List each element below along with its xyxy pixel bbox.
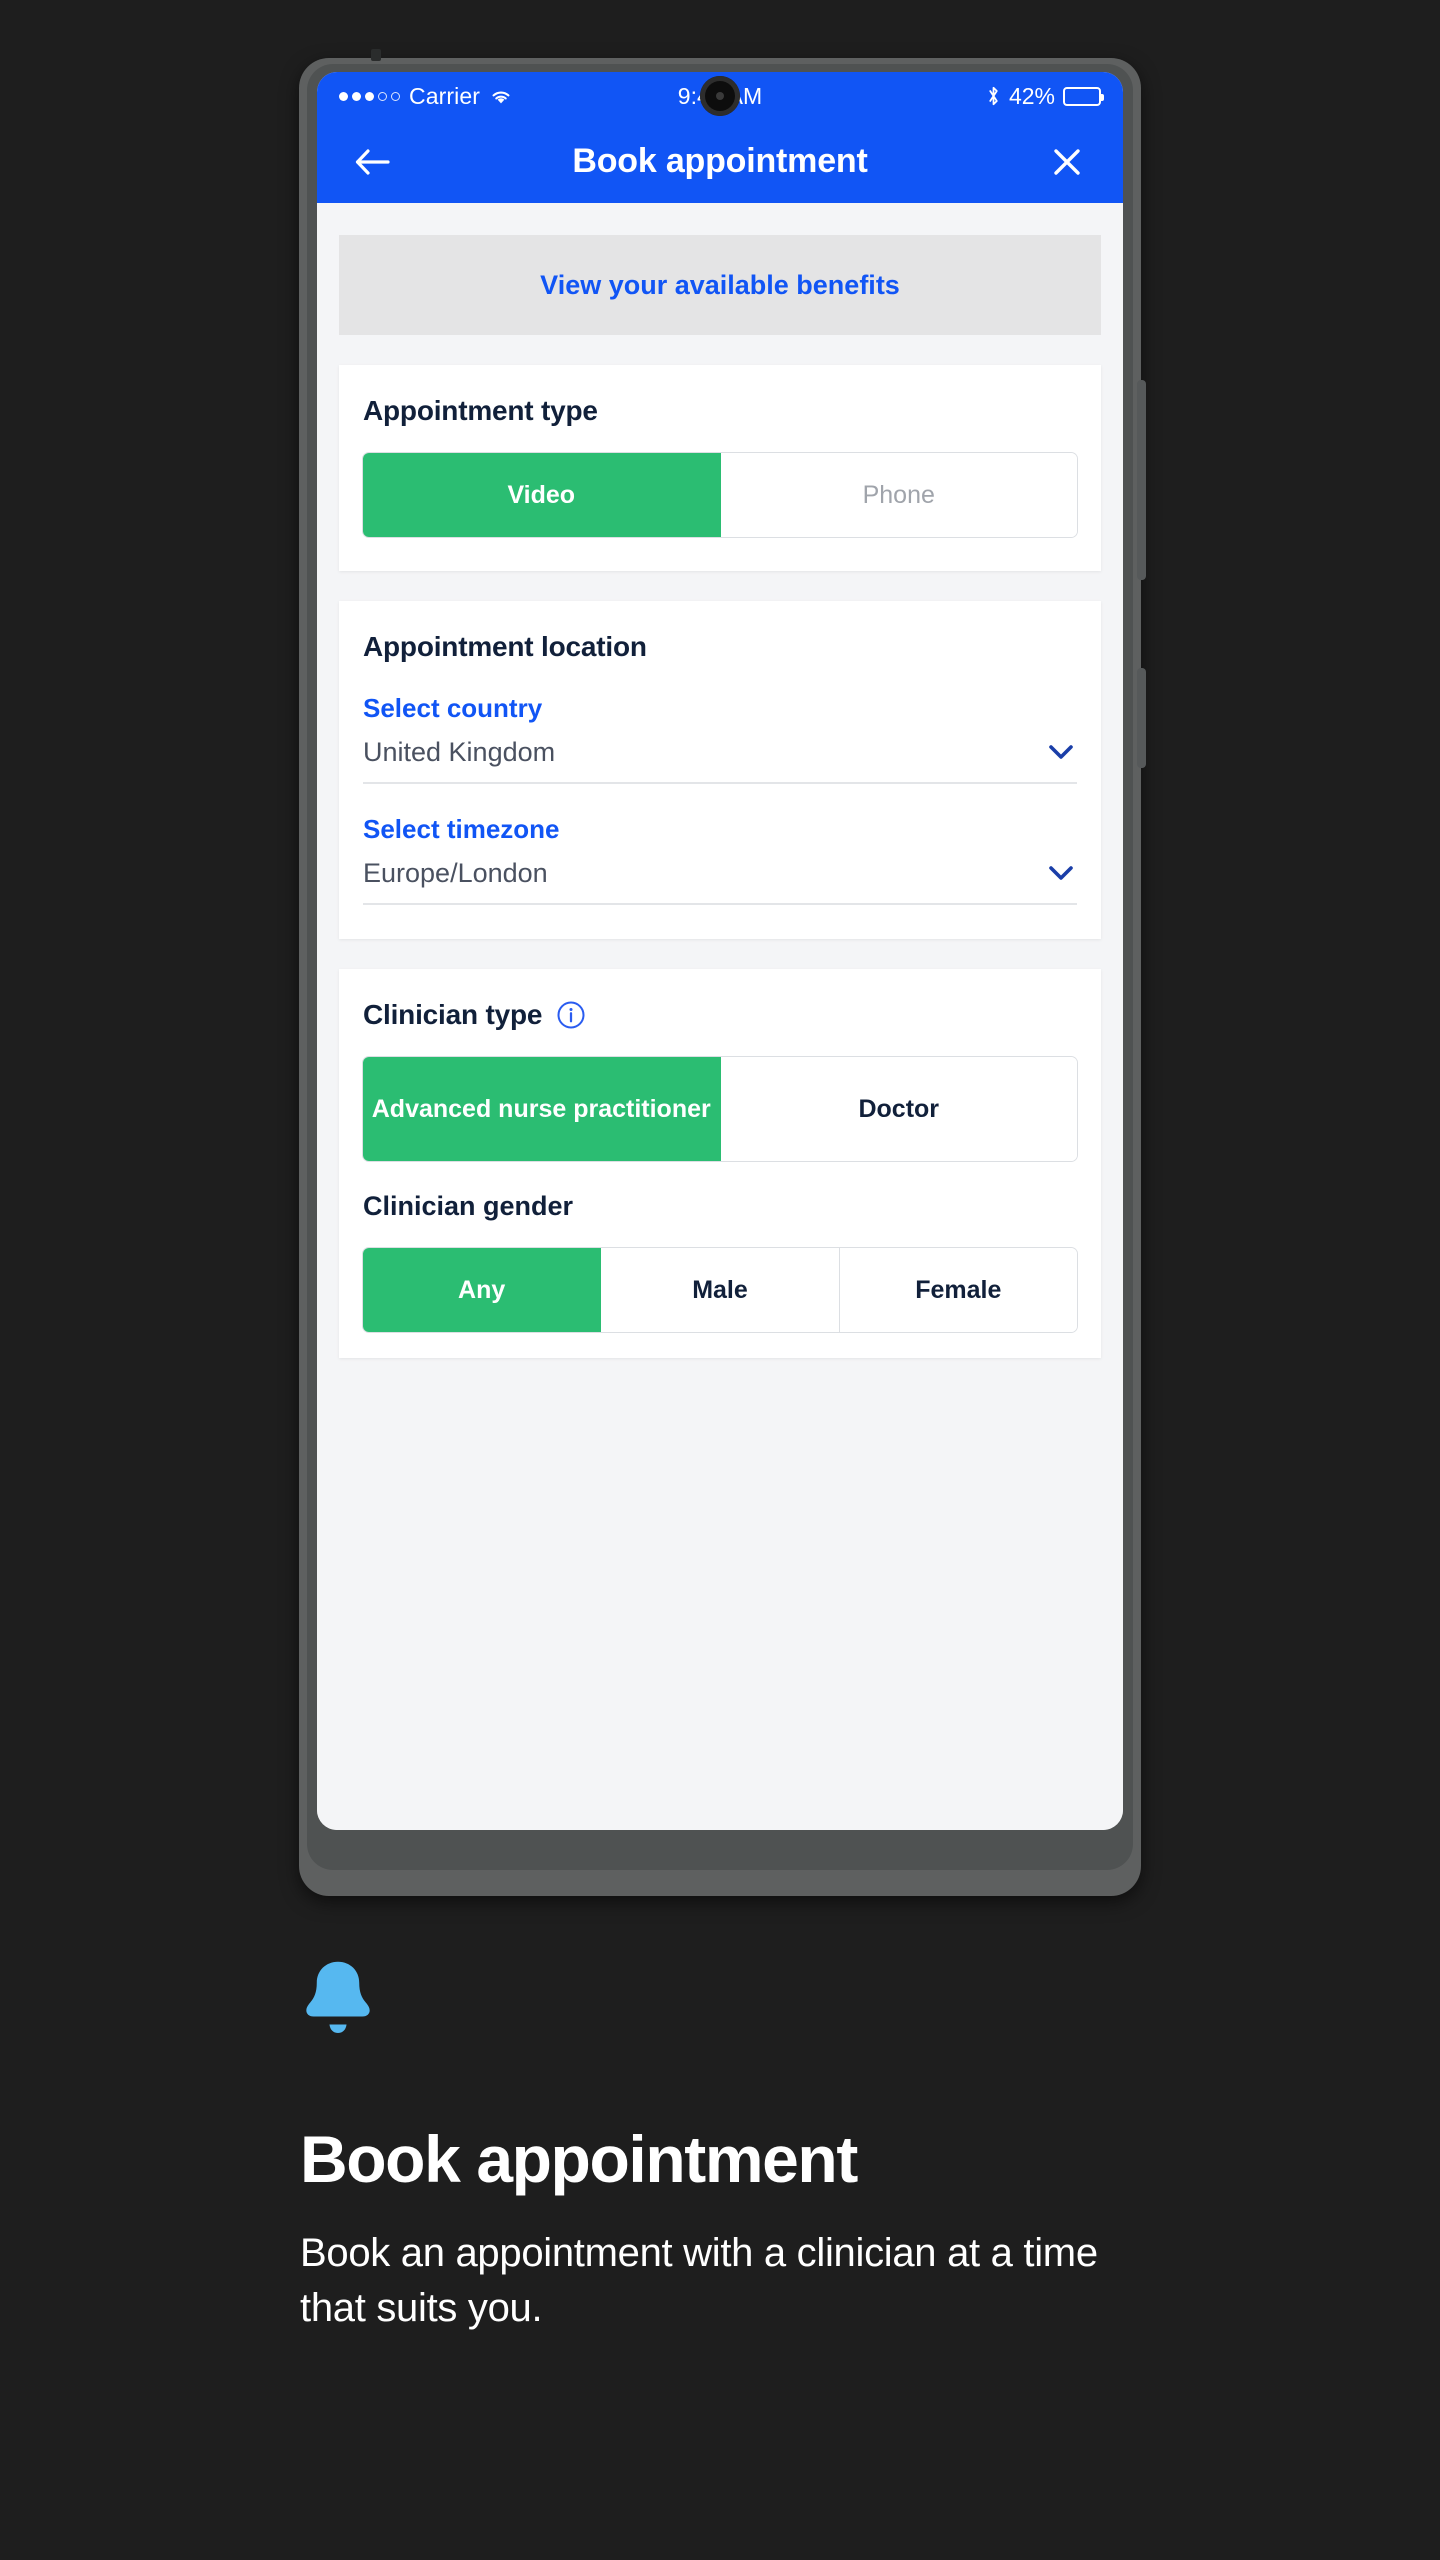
page-title: Book appointment bbox=[572, 142, 868, 180]
appointment-type-card: Appointment type Video Phone bbox=[339, 365, 1101, 571]
clinician-type-segmented-control[interactable]: Advanced nurse practitioner Doctor bbox=[363, 1057, 1077, 1161]
device-antenna-nub bbox=[371, 49, 381, 61]
carrier-label: Carrier bbox=[409, 82, 480, 109]
chevron-down-icon bbox=[1045, 857, 1077, 889]
appointment-location-title: Appointment location bbox=[363, 631, 647, 662]
front-camera-punch-hole bbox=[700, 76, 740, 116]
view-benefits-banner[interactable]: View your available benefits bbox=[339, 235, 1101, 335]
wifi-icon bbox=[489, 87, 513, 105]
signal-strength-icon bbox=[339, 91, 400, 101]
appointment-location-card: Appointment location Select country Unit… bbox=[339, 601, 1101, 939]
clinician-gender-option-female[interactable]: Female bbox=[839, 1248, 1077, 1332]
caption-block: Book appointment Book an appointment wit… bbox=[300, 1955, 1140, 2337]
caption-title: Book appointment bbox=[300, 2122, 858, 2196]
close-button[interactable] bbox=[1041, 136, 1093, 188]
timezone-field-label: Select timezone bbox=[363, 814, 560, 844]
clinician-gender-option-any[interactable]: Any bbox=[363, 1248, 602, 1332]
device-volume-button[interactable] bbox=[1137, 380, 1146, 580]
clinician-gender-segmented-control[interactable]: Any Male Female bbox=[363, 1248, 1077, 1332]
clinician-gender-option-male[interactable]: Male bbox=[601, 1248, 840, 1332]
caption-body: Book an appointment with a clinician at … bbox=[300, 2231, 1098, 2331]
battery-icon bbox=[1063, 86, 1104, 106]
back-button[interactable] bbox=[347, 136, 399, 188]
device-shell: Carrier 9:41 AM bbox=[299, 49, 1146, 1896]
clinician-card: Clinician type Advanced nurse practition… bbox=[339, 969, 1101, 1358]
timezone-field: Select timezone Europe/London bbox=[363, 814, 1077, 905]
appointment-type-title: Appointment type bbox=[363, 395, 598, 426]
bluetooth-icon bbox=[986, 85, 1001, 107]
battery-percent-label: 42% bbox=[1008, 82, 1055, 109]
clinician-type-option-doctor[interactable]: Doctor bbox=[720, 1057, 1077, 1161]
appointment-type-segmented-control[interactable]: Video Phone bbox=[363, 453, 1077, 537]
device-screen: Carrier 9:41 AM bbox=[317, 72, 1123, 1830]
close-icon bbox=[1051, 146, 1083, 178]
clinician-type-option-advanced-nurse-practitioner[interactable]: Advanced nurse practitioner bbox=[363, 1057, 721, 1161]
bell-icon bbox=[300, 1955, 376, 2035]
country-selected-value: United Kingdom bbox=[363, 736, 556, 767]
arrow-left-icon bbox=[354, 147, 392, 177]
country-field: Select country United Kingdom bbox=[363, 693, 1077, 784]
timezone-dropdown[interactable]: Europe/London bbox=[363, 857, 1077, 905]
country-field-label: Select country bbox=[363, 693, 543, 723]
scroll-content[interactable]: View your available benefits Appointment… bbox=[317, 203, 1123, 1830]
clinician-type-title: Clinician type bbox=[363, 999, 543, 1030]
country-dropdown[interactable]: United Kingdom bbox=[363, 736, 1077, 784]
clinician-type-title-row: Clinician type bbox=[363, 999, 1077, 1031]
status-bar-left: Carrier bbox=[339, 83, 513, 110]
chevron-down-icon bbox=[1045, 736, 1077, 768]
device-bezel: Carrier 9:41 AM bbox=[307, 64, 1133, 1870]
appointment-type-option-phone[interactable]: Phone bbox=[720, 453, 1077, 537]
app-header-bar: Book appointment bbox=[317, 120, 1123, 203]
appointment-type-option-video[interactable]: Video bbox=[363, 453, 721, 537]
status-bar-right: 42% bbox=[986, 82, 1104, 110]
view-benefits-label: View your available benefits bbox=[540, 269, 900, 300]
info-circle-icon[interactable] bbox=[556, 1000, 586, 1030]
phone-device-mockup: Carrier 9:41 AM bbox=[299, 49, 1146, 1896]
status-bar: Carrier 9:41 AM bbox=[317, 72, 1123, 120]
device-power-button[interactable] bbox=[1137, 668, 1146, 768]
clinician-gender-title: Clinician gender bbox=[363, 1191, 574, 1221]
timezone-selected-value: Europe/London bbox=[363, 857, 548, 888]
